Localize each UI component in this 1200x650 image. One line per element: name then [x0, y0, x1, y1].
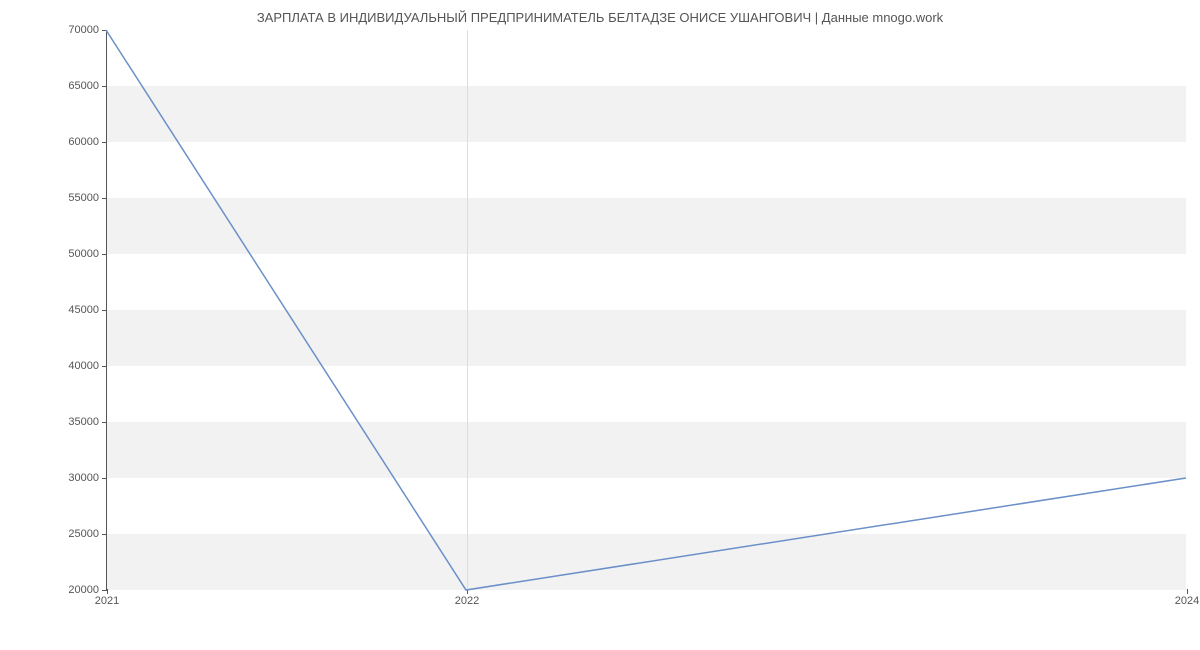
y-tick-label: 70000 [68, 24, 99, 36]
data-line [106, 30, 1186, 590]
y-tick-label: 45000 [68, 304, 99, 316]
y-tick-label: 65000 [68, 80, 99, 92]
chart-title: ЗАРПЛАТА В ИНДИВИДУАЛЬНЫЙ ПРЕДПРИНИМАТЕЛ… [0, 0, 1200, 25]
x-tick-label: 2021 [95, 595, 119, 607]
y-tick-label: 35000 [68, 416, 99, 428]
y-tick-label: 25000 [68, 528, 99, 540]
chart-container: 2000025000300003500040000450005000055000… [106, 30, 1186, 590]
y-tick-label: 30000 [68, 472, 99, 484]
y-tick-label: 40000 [68, 360, 99, 372]
line-layer [106, 30, 1186, 590]
y-tick-label: 50000 [68, 248, 99, 260]
y-tick-label: 55000 [68, 192, 99, 204]
x-tick-label: 2022 [455, 595, 479, 607]
x-tick-mark [1187, 589, 1188, 594]
x-tick-label: 2024 [1175, 595, 1199, 607]
y-tick-label: 60000 [68, 136, 99, 148]
